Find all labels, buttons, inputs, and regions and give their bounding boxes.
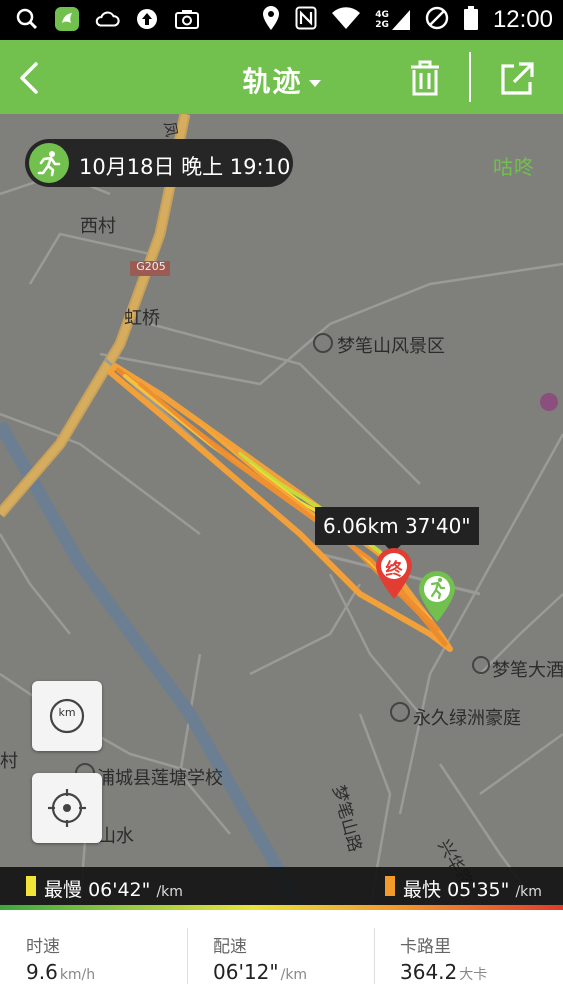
delete-button[interactable] [406,58,444,98]
slowest-label: 最慢 [44,879,83,901]
no-disturb-icon [425,6,449,34]
map-label-yongjiu: 永久绿洲豪庭 [413,708,521,729]
start-marker[interactable] [417,570,457,624]
distance-unit-button[interactable]: km [32,681,102,751]
start-pin-icon [419,571,455,622]
location-icon [261,5,281,35]
status-bar: 4G 2G 12:00 [0,0,563,40]
km-label: km [58,706,76,719]
trash-icon [411,60,439,96]
page-title: 轨迹 [242,65,303,98]
battery-icon [463,5,479,35]
stat-pace-label: 配速 [213,937,247,957]
end-marker[interactable]: 终 [374,547,414,601]
distance-time-tooltip: 6.06km 37'40" [315,507,479,553]
stat-pace: 配速 06'12"/km [187,910,374,1000]
workout-date: 10月18日 晚上 19:10 [79,155,291,179]
app-logo-icon [54,6,80,32]
wifi-icon [331,6,361,34]
cloud-icon [94,6,120,32]
fastest-pace: 最快 05'35" /km [403,875,542,902]
fastest-swatch [385,876,395,896]
fastest-value: 05'35" [447,879,510,901]
signal-icon: 4G 2G [375,9,411,31]
clock: 12:00 [492,6,553,33]
pace-legend: 最慢 06'42" /km 最快 05'35" /km [0,867,563,905]
stat-speed: 时速 9.6 km/h [0,910,187,1000]
map-label-hongqiao: 虹桥 [124,308,160,329]
map-label-mengbi-hotel: 梦笔大酒 [492,660,563,681]
map-label-g205: G205 [136,260,166,273]
title-bar: 轨迹 [0,40,563,114]
fastest-label: 最快 [403,879,442,901]
map-label-school: 浦城县莲塘学校 [97,768,223,789]
runner-icon [29,143,69,183]
camera-icon [174,6,200,32]
search-icon [14,6,40,32]
stat-pace-number: 06'12" [213,960,279,984]
network-type-bottom: 2G [375,20,389,30]
end-marker-label: 终 [385,560,403,580]
stat-calories-unit: 大卡 [459,967,488,983]
stat-calories-label: 卡路里 [400,937,451,957]
stat-calories-value: 364.2 大卡 [400,960,487,984]
share-button[interactable] [498,60,536,98]
crosshair-icon [48,789,86,827]
title-dropdown[interactable]: 轨迹 [0,60,563,100]
nfc-icon [295,6,317,34]
map-label-cun: 村 [0,751,18,772]
stat-speed-number: 9.6 [26,960,58,984]
title-divider [469,52,471,102]
map-label-xicun: 西村 [80,216,116,237]
map-label-shanshui: 山水 [98,826,134,847]
slowest-swatch [26,876,36,896]
stat-speed-unit: km/h [59,967,96,983]
stat-pace-unit: /km [280,967,308,983]
stats-panel: 时速 9.6 km/h 配速 06'12"/km 卡路里 364.2 大卡 [0,910,563,1000]
share-icon [501,62,534,95]
stat-pace-value: 06'12"/km [213,960,307,984]
map-label-mengbishan: 梦笔山风景区 [337,336,445,357]
stat-speed-value: 9.6 km/h [26,960,95,984]
locate-button[interactable] [32,773,102,843]
slowest-pace: 最慢 06'42" /km [44,875,183,902]
brand-watermark: 咕咚 [493,155,535,179]
slowest-unit: /km [156,884,183,900]
stat-calories-number: 364.2 [400,960,458,984]
slowest-value: 06'42" [88,879,151,901]
date-pill: 10月18日 晚上 19:10 [25,139,293,187]
fastest-unit: /km [515,884,542,900]
caret-down-icon [308,79,321,87]
stat-calories: 卡路里 364.2 大卡 [374,910,561,1000]
stat-speed-label: 时速 [26,937,60,957]
network-type-top: 4G [375,10,389,20]
track-map[interactable]: 西村 G205 虹桥 梦笔山风景区 梦笔大酒 永久绿洲豪庭 梦笔山路 浦城县莲塘… [0,114,563,908]
upload-icon [134,6,160,32]
